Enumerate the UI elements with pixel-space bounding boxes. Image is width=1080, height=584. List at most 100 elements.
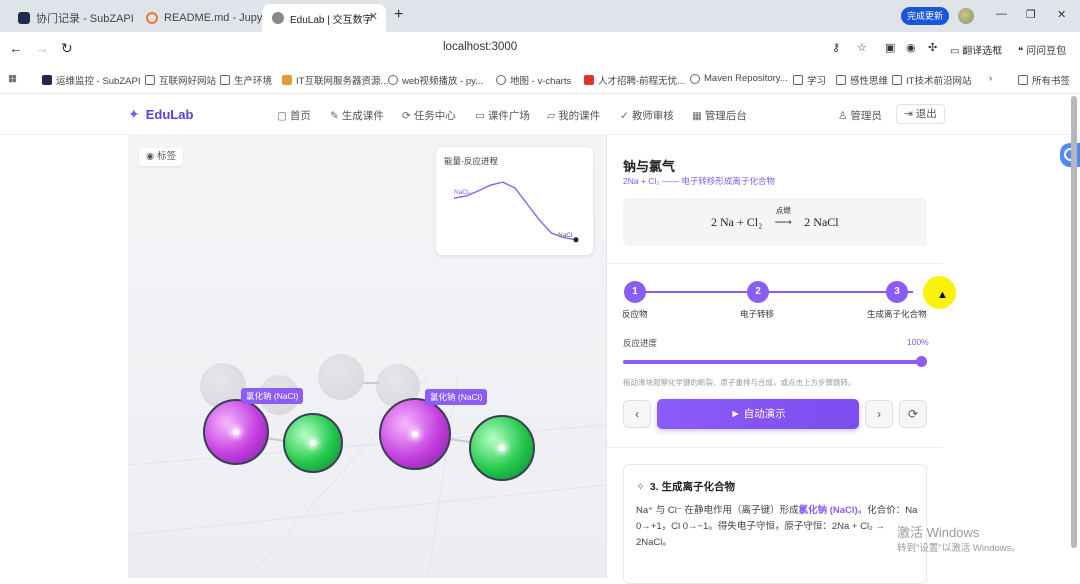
browser-tab[interactable]: 协门记录 - SubZAPI [8,4,136,32]
logout-button[interactable]: ⇥ 退出 [896,104,945,124]
close-tab-icon[interactable]: ✕ [369,10,378,23]
translate-button[interactable]: ▭ 翻译选框 [950,42,1002,57]
ghost-bond [363,382,379,384]
nav-review[interactable]: ✓ 教师审核 [620,108,674,123]
molecule-3d-canvas[interactable]: ◉ 标签 能量-反应进程 NaCl₂ NaCl 氯化钠 (NaCl) 氯化钠 (… [128,135,606,578]
sodium-ion[interactable] [203,399,269,465]
ask-doubao-button[interactable]: ❝ 问问豆包 [1018,42,1066,57]
bookmark-item[interactable]: 地图 - v-charts [496,73,571,87]
circle-icon[interactable]: ◉ [906,41,916,54]
wand-icon: ✦ [128,106,140,122]
reset-button[interactable]: ⟳ [899,400,927,428]
step-1-button[interactable]: 1 [624,281,646,303]
extension-icon[interactable]: ▣ [885,41,895,54]
equation-products: 2 NaCl [804,215,839,229]
bookmark-item[interactable]: IT互联网服务器资源... [282,73,388,87]
step-2-button[interactable]: 2 [747,281,769,303]
bookmark-folder[interactable]: 学习 [793,73,826,87]
bookmark-item[interactable]: 生产环境 [220,73,272,87]
nav-square[interactable]: ▭ 课件广场 [475,108,530,123]
reaction-condition: 点燃 [775,206,791,215]
book-icon: ▭ [475,110,485,122]
chloride-ion[interactable] [469,415,535,481]
url-field[interactable]: localhost:3000 [443,41,517,53]
close-window-icon[interactable]: ✕ [1057,8,1066,21]
restore-icon[interactable]: ❐ [1026,8,1036,21]
nav-tasks[interactable]: ⟳ 任务中心 [402,108,456,123]
reload-icon[interactable]: ↻ [61,40,73,57]
next-step-button[interactable]: › [865,400,893,428]
sparkle-icon: ✧ [636,481,645,493]
energy-chart-svg: NaCl₂ NaCl [453,181,579,243]
bookmark-folder[interactable]: IT技术前沿网站 [892,73,971,87]
browser-tab[interactable]: README.md - Jupyter [136,4,264,32]
check-icon: ✓ [620,110,629,122]
bookmark-item[interactable]: Maven Repository... [690,73,788,84]
brand-name: EduLab [145,107,194,122]
tab-title: EduLab | 交互数字 [290,14,373,26]
chemical-equation: 2 Na + Cl₂ 点燃 ⟶ 2 NaCl [711,206,839,230]
forward-arrow-icon[interactable]: → [35,40,49,56]
bookmark-item[interactable]: 运维监控 - SubZAPI [42,73,140,87]
page-gutter [0,135,128,578]
browser-tab-active[interactable]: EduLab | 交互数字 ✕ [262,4,386,32]
minimize-icon[interactable]: — [996,8,1007,20]
label-toggle-button[interactable]: ◉ 标签 [139,148,183,166]
page-scrollbar[interactable] [1071,96,1077,548]
user-menu[interactable]: ♙ 管理员 [838,108,882,123]
bookmark-item[interactable]: 互联网好网站 [145,73,216,87]
back-arrow-icon[interactable]: ← [9,40,23,56]
tab-favicon-icon [18,12,30,24]
bookmark-star-icon[interactable]: ☆ [857,41,867,54]
chloride-ion[interactable] [283,413,343,473]
equation-box: 2 Na + Cl₂ 点燃 ⟶ 2 NaCl [623,198,927,246]
tab-favicon-icon [272,12,284,24]
nav-my-courseware[interactable]: ▱ 我的课件 [547,108,600,123]
step-3-label: 生成离子化合物 [867,309,927,319]
address-bar: ← → ↻ localhost:3000 ⚷ ☆ ▣ ◉ ✣ ▭ 翻译选框 ❝ … [0,32,1080,64]
bookmark-item[interactable]: web视频播放 - py... [388,73,483,87]
new-tab-icon[interactable]: + [394,6,403,24]
progress-slider-handle[interactable] [916,356,927,367]
reaction-subtitle: 2Na + Cl₂ —— 电子转移形成离子化合物 [623,176,775,186]
bookmark-folder[interactable]: 感性思维 [836,73,888,87]
auto-play-button[interactable]: ► 自动演示 [657,399,859,429]
nav-generate[interactable]: ✎ 生成课件 [330,108,384,123]
app-header: ✦ EduLab ▢ 首页 ✎ 生成课件 ⟳ 任务中心 ▭ 课件广场 ▱ 我的课件 ✓ 教师… [0,94,1080,135]
grid-icon: ▦ [692,110,702,122]
windows-activation-watermark: 激活 Windows [897,525,980,540]
update-button[interactable]: 完成更新 [901,7,949,25]
logout-icon: ⇥ [904,108,916,120]
bookmark-item[interactable]: 人才招聘-前程无忧... [584,73,685,87]
molecule-label: 氯化钠 (NaCl) [241,388,304,404]
home-icon: ▢ [277,110,287,122]
energy-diagram-card: 能量-反应进程 NaCl₂ NaCl [436,147,593,255]
progress-fill [623,360,922,364]
prev-step-button[interactable]: ‹ [623,400,651,428]
all-bookmarks-folder[interactable]: 所有书签 [1018,73,1070,87]
wand-icon: ✎ [330,110,339,122]
user-icon: ♙ [838,110,851,122]
step-3-button[interactable]: 3 [886,281,908,303]
puzzle-icon[interactable]: ✣ [928,41,937,54]
mouse-cursor-icon: ▲ [937,289,948,301]
equation-reactants: 2 Na + Cl₂ [711,215,763,229]
highlight-compound: 氯化钠 (NaCl) [798,505,858,516]
step-2-label: 电子转移 [740,309,775,319]
step-description-title: ✧ 3. 生成离子化合物 [636,481,735,493]
step-1-label: 反应物 [622,309,648,319]
apps-grid-icon[interactable]: ▦ [8,73,17,84]
chevron-right-icon[interactable]: › [989,73,992,84]
sodium-ion[interactable] [379,398,451,470]
profile-avatar[interactable] [958,8,974,24]
energy-end-point [573,237,579,243]
nav-admin[interactable]: ▦ 管理后台 [692,108,747,123]
reaction-arrow: 点燃 ⟶ [768,206,798,230]
nav-home[interactable]: ▢ 首页 [277,108,311,123]
key-icon[interactable]: ⚷ [832,41,840,54]
brand-logo[interactable]: ✦ EduLab [128,106,193,123]
tab-title: 协门记录 - SubZAPI [36,13,134,25]
progress-slider[interactable] [623,356,927,367]
tab-favicon-icon [146,12,158,24]
side-extension-icon[interactable] [1060,143,1080,167]
